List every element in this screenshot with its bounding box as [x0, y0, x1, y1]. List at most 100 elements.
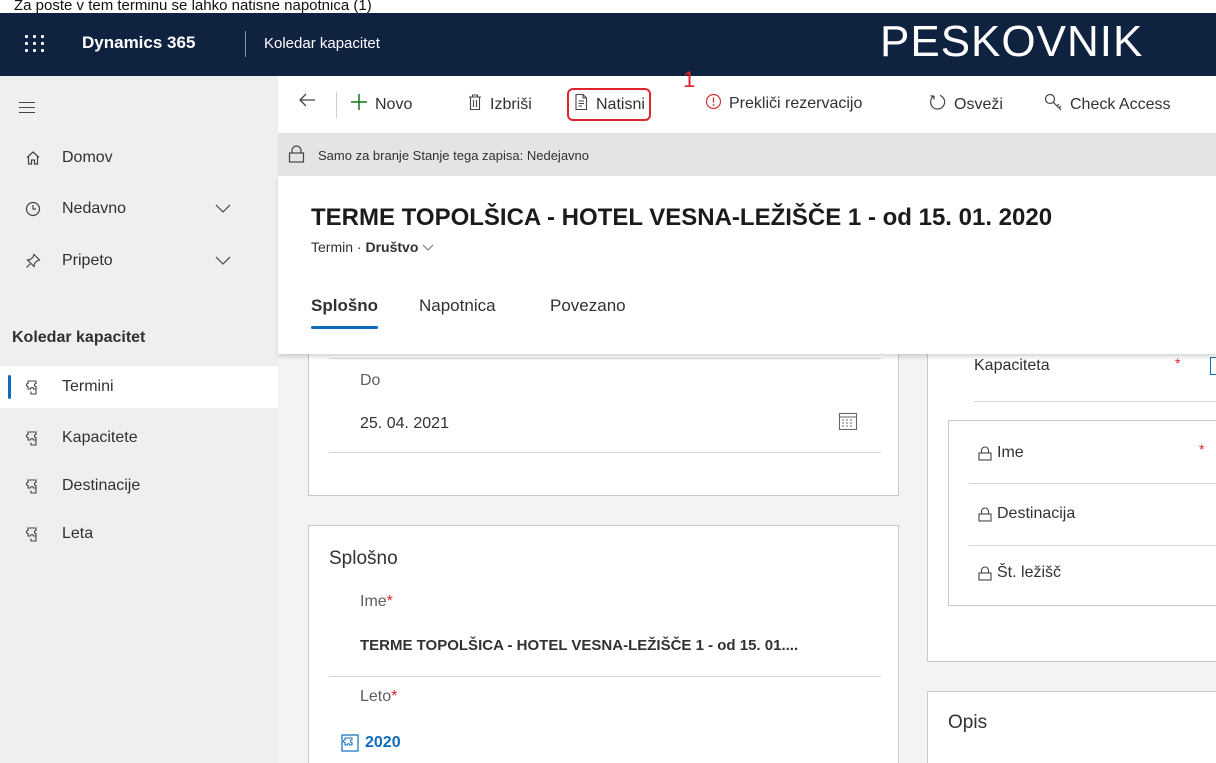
sidebar-item-label: Termini — [62, 378, 114, 395]
field-divider — [969, 483, 1216, 484]
description-card: Opis — [927, 691, 1216, 763]
year-lookup[interactable]: 2020 — [341, 734, 401, 752]
capacity-lookup-icon[interactable] — [1210, 357, 1216, 375]
capacity-beds-field: Št. ležišč — [978, 564, 1061, 582]
chevron-down-icon[interactable] — [215, 201, 231, 217]
puzzle-icon — [24, 429, 42, 447]
pin-icon — [24, 252, 42, 270]
trash-icon — [467, 93, 483, 116]
sidebar-item-termini[interactable]: Termini — [0, 366, 278, 408]
key-search-icon — [1044, 93, 1063, 116]
field-divider — [329, 452, 881, 453]
page-caption: Za poste v tem terminu se lahko natisne … — [14, 0, 372, 13]
app-launcher-icon[interactable] — [22, 30, 48, 56]
form-content: Do 25. 04. 2021 Splošno Ime* TERME TOPOL… — [278, 354, 1216, 763]
home-icon — [24, 149, 42, 167]
capacity-name-field: Ime — [978, 444, 1024, 462]
print-label: Natisni — [596, 95, 645, 113]
puzzle-icon — [24, 477, 42, 495]
clock-icon — [24, 200, 42, 218]
environment-name: PESKOVNIK — [880, 17, 1144, 66]
lock-icon — [978, 565, 992, 581]
brand-name[interactable]: Dynamics 365 — [82, 33, 195, 53]
record-title: TERME TOPOLŠICA - HOTEL VESNA-LEŽIŠČE 1 … — [311, 204, 1053, 231]
callout-number: 1 — [683, 67, 696, 92]
puzzle-icon — [24, 378, 42, 396]
field-divider — [329, 358, 881, 359]
sidebar-item-label: Nedavno — [62, 200, 127, 217]
top-bar: Dynamics 365 Koledar kapacitet PESKOVNIK — [0, 13, 1216, 76]
refresh-icon — [929, 93, 947, 116]
sidebar: Domov Nedavno Pripeto Koledar kapacitet … — [0, 76, 278, 763]
sidebar-item-kapacitete[interactable]: Kapacitete — [0, 417, 278, 459]
calendar-icon[interactable] — [838, 411, 858, 436]
alert-icon — [705, 93, 722, 115]
field-divider — [329, 676, 881, 677]
document-icon — [573, 93, 589, 116]
sidebar-item-recent[interactable]: Nedavno — [0, 188, 278, 230]
tab-splosno[interactable]: Splošno — [311, 296, 379, 329]
arrow-left-icon — [298, 92, 316, 113]
topbar-divider — [245, 31, 246, 57]
description-title: Opis — [948, 712, 988, 733]
refresh-button[interactable]: Osveži — [929, 93, 1003, 116]
capacity-label: Kapaciteta — [974, 357, 1050, 374]
check-access-button[interactable]: Check Access — [1044, 93, 1170, 116]
tab-povezano[interactable]: Povezano — [550, 296, 626, 316]
new-button[interactable]: Novo — [350, 93, 412, 116]
name-field[interactable]: TERME TOPOLŠICA - HOTEL VESNA-LEŽIŠČE 1 … — [360, 637, 798, 654]
record-header: TERME TOPOLŠICA - HOTEL VESNA-LEŽIŠČE 1 … — [278, 176, 1216, 354]
check-access-label: Check Access — [1070, 95, 1171, 113]
delete-label: Izbriši — [490, 95, 532, 113]
print-button[interactable]: Natisni — [567, 88, 651, 121]
cancel-reservation-button[interactable]: Prekliči rezervacijo — [705, 93, 862, 115]
do-field[interactable]: 25. 04. 2021 — [360, 415, 449, 433]
required-marker: * — [1199, 441, 1205, 457]
sidebar-item-label: Leta — [62, 525, 94, 542]
sidebar-item-leta[interactable]: Leta — [0, 513, 278, 555]
sidebar-item-label: Pripeto — [62, 252, 113, 269]
sidebar-item-label: Destinacije — [62, 477, 141, 494]
sidebar-item-label: Kapacitete — [62, 429, 138, 446]
lock-icon — [288, 145, 305, 163]
name-label: Ime* — [360, 593, 393, 610]
lock-icon — [978, 506, 992, 522]
back-button[interactable] — [298, 92, 323, 113]
dates-card: Do 25. 04. 2021 — [308, 354, 899, 496]
tab-napotnica[interactable]: Napotnica — [419, 296, 496, 316]
delete-button[interactable]: Izbriši — [467, 93, 532, 116]
plus-icon — [350, 93, 368, 116]
sidebar-item-pinned[interactable]: Pripeto — [0, 240, 278, 282]
entity-name: Termin — [311, 239, 354, 255]
app-name[interactable]: Koledar kapacitet — [264, 35, 380, 52]
capacity-card: Kapaciteta * Ime * Destinacija Št. ležiš… — [927, 354, 1216, 662]
readonly-text: Samo za branje Stanje tega zapisa: Nedej… — [318, 147, 590, 163]
sidebar-item-destinacije[interactable]: Destinacije — [0, 465, 278, 507]
year-label: Leto* — [360, 688, 398, 705]
field-divider — [969, 545, 1216, 546]
capacity-destination-field: Destinacija — [978, 505, 1075, 523]
puzzle-icon — [341, 734, 359, 752]
record-subtitle: Termin · Društvo — [311, 239, 434, 255]
readonly-banner: Samo za branje Stanje tega zapisa: Nedej… — [278, 134, 1216, 176]
capacity-details: Ime * Destinacija Št. ležišč — [948, 420, 1216, 606]
sidebar-section-title: Koledar kapacitet — [12, 329, 146, 346]
sidebar-item-home[interactable]: Domov — [0, 137, 278, 179]
required-marker: * — [1175, 355, 1181, 371]
chevron-down-icon[interactable] — [422, 239, 434, 255]
refresh-label: Osveži — [954, 95, 1003, 113]
do-label: Do — [360, 372, 381, 389]
lock-icon — [978, 445, 992, 461]
new-label: Novo — [375, 95, 413, 113]
puzzle-icon — [24, 525, 42, 543]
hamburger-icon[interactable] — [19, 102, 35, 114]
sidebar-item-label: Domov — [62, 149, 113, 166]
command-divider — [336, 92, 337, 118]
command-bar: Novo Izbriši Natisni Prekliči rezervacij… — [278, 76, 1216, 134]
chevron-down-icon[interactable] — [215, 253, 231, 269]
form-selector[interactable]: Društvo — [365, 239, 418, 255]
year-value: 2020 — [365, 734, 401, 751]
field-divider — [974, 401, 1216, 402]
cancel-reservation-label: Prekliči rezervacijo — [729, 95, 863, 112]
general-card: Splošno Ime* TERME TOPOLŠICA - HOTEL VES… — [308, 525, 899, 763]
